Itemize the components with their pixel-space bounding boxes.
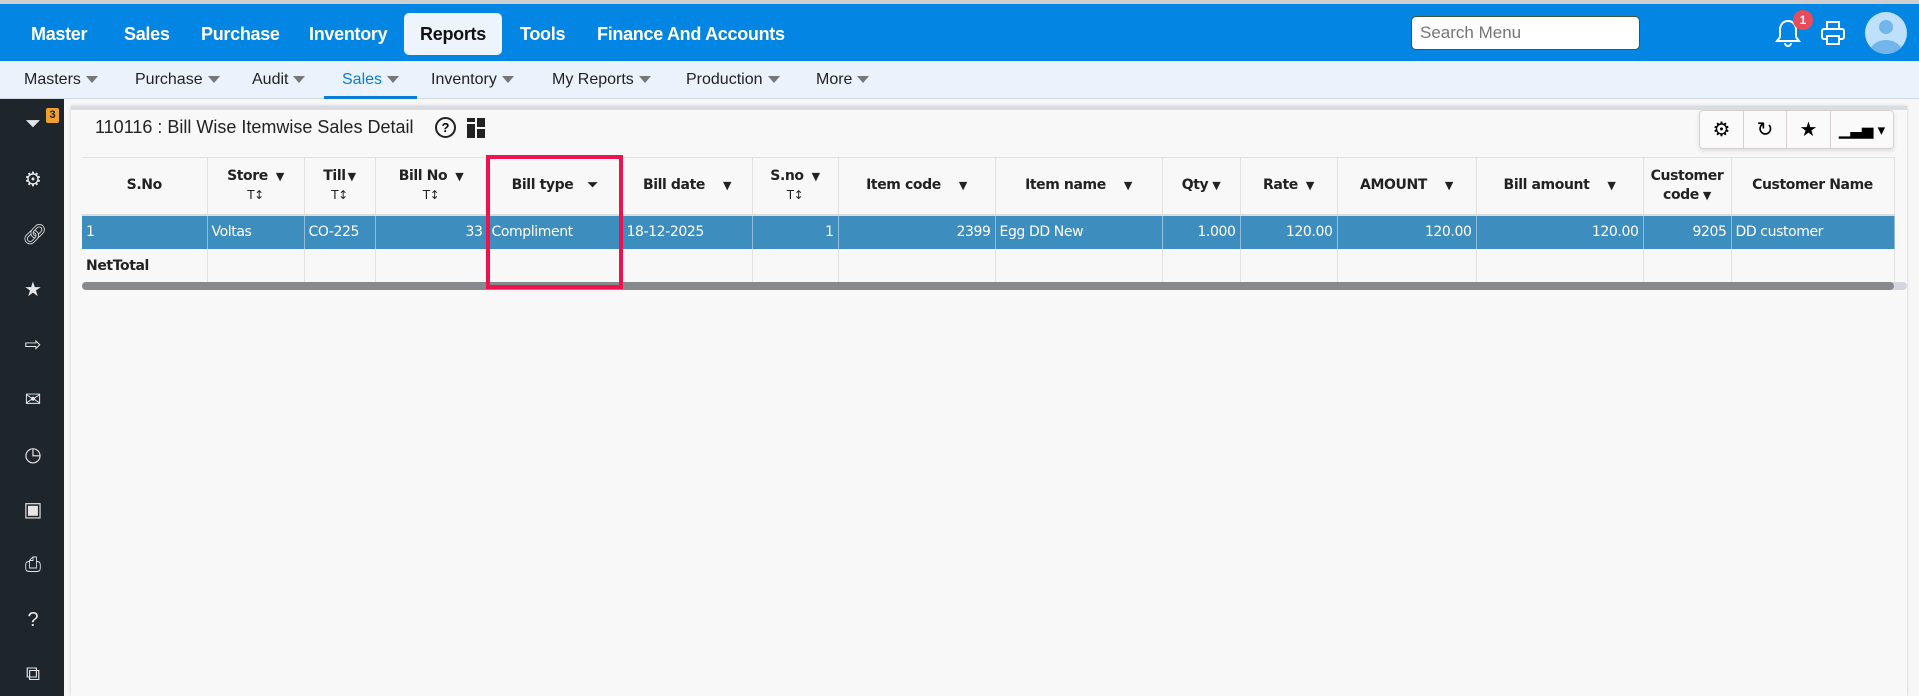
subnav-more[interactable]: More (816, 61, 870, 99)
net-total-label: NetTotal (82, 248, 208, 283)
cell-rate: 120.00 (1240, 213, 1338, 249)
net-total-row: NetTotal (82, 248, 1895, 283)
col-customer-name[interactable]: Customer Name (1731, 157, 1895, 215)
nav-reports[interactable]: Reports (404, 13, 502, 55)
report-table: S.No Store ▼ T↕ Till ▼ T↕ Bill No ▼ T↕ Bill ty… (82, 157, 1895, 283)
help-icon[interactable]: ? (22, 609, 44, 631)
table-row[interactable]: 1 Voltas CO-225 33 Compliment 18-12-2025… (82, 213, 1895, 249)
cell-qty: 1.000 (1162, 213, 1241, 249)
subnav-audit[interactable]: Audit (252, 61, 306, 99)
subnav-inventory[interactable]: Inventory (431, 61, 514, 99)
cell-sno: 1 (82, 213, 208, 249)
nav-purchase[interactable]: Purchase (182, 13, 299, 55)
sub-navbar: Masters Purchase Audit Sales Inventory M… (0, 61, 1919, 99)
help-circle-icon[interactable]: ? (435, 117, 456, 138)
cell-store: Voltas (207, 213, 305, 249)
clock-icon[interactable]: ◷ (22, 444, 44, 466)
nav-inventory[interactable]: Inventory (290, 13, 406, 55)
col-bill-no[interactable]: Bill No ▼ T↕ (375, 157, 488, 215)
col-rate[interactable]: Rate ▼ (1240, 157, 1338, 215)
col-till[interactable]: Till ▼ T↕ (304, 157, 376, 215)
horizontal-scrollbar[interactable] (82, 282, 1894, 290)
subnav-production[interactable]: Production (686, 61, 780, 99)
subnav-my-reports[interactable]: My Reports (552, 61, 651, 99)
col-store[interactable]: Store ▼ T↕ (207, 157, 305, 215)
nav-tools[interactable]: Tools (501, 13, 584, 55)
layout-grid-icon[interactable] (467, 118, 485, 138)
cell-item-code: 2399 (838, 213, 996, 249)
highlight-box (486, 155, 623, 289)
user-avatar[interactable] (1865, 12, 1907, 54)
col-line-sno[interactable]: S.no ▼ T↕ (752, 157, 839, 215)
cell-customer-name: DD customer (1731, 213, 1895, 249)
subnav-masters[interactable]: Masters (24, 61, 98, 99)
filter-count-badge: 3 (46, 108, 59, 123)
col-bill-amount[interactable]: Bill amount ▼ (1476, 157, 1644, 215)
cell-line-sno: 1 (752, 213, 839, 249)
nav-master[interactable]: Master (12, 13, 106, 55)
col-customer-code[interactable]: Customer code ▼ (1643, 157, 1732, 215)
subnav-purchase[interactable]: Purchase (135, 61, 220, 99)
cell-amount: 120.00 (1337, 213, 1477, 249)
col-amount[interactable]: AMOUNT ▼ (1337, 157, 1477, 215)
calendar-swap-icon[interactable]: ▣ (22, 499, 44, 521)
external-link-icon[interactable]: ⧉ (22, 663, 44, 685)
col-item-code[interactable]: Item code ▼ (838, 157, 996, 215)
filter-icon[interactable]: ⏷ (22, 113, 44, 135)
print-icon[interactable]: ⎙ (22, 554, 44, 576)
search-menu-input[interactable] (1411, 16, 1640, 50)
export-icon[interactable]: ⇨ (22, 334, 44, 356)
settings-gears-icon[interactable]: ⚙ (1700, 111, 1744, 148)
favorite-star-icon[interactable]: ★ (1787, 111, 1831, 148)
cell-bill-date: 18-12-2025 (622, 213, 753, 249)
nav-sales[interactable]: Sales (105, 13, 189, 55)
col-bill-date[interactable]: Bill date ▼ (622, 157, 753, 215)
table-header-row: S.No Store ▼ T↕ Till ▼ T↕ Bill No ▼ T↕ Bill ty… (82, 157, 1895, 215)
refresh-icon[interactable]: ↻ (1744, 111, 1787, 148)
gear-icon[interactable]: ⚙ (22, 169, 44, 191)
report-toolbar: ⚙ ↻ ★ ▁▃▅ ▾ (1699, 110, 1894, 149)
cell-item-name: Egg DD New (995, 213, 1163, 249)
report-title: 110116 : Bill Wise Itemwise Sales Detail (95, 117, 414, 137)
cell-till: CO-225 (304, 213, 376, 249)
col-item-name[interactable]: Item name ▼ (995, 157, 1163, 215)
chart-dropdown-icon[interactable]: ▁▃▅ ▾ (1831, 111, 1893, 148)
notification-badge: 1 (1793, 10, 1813, 30)
link-icon[interactable]: 🔗︎ (22, 224, 47, 246)
printer-icon[interactable] (1820, 20, 1846, 46)
cell-customer-code: 9205 (1643, 213, 1732, 249)
subnav-sales[interactable]: Sales (324, 61, 418, 99)
cell-bill-amount: 120.00 (1476, 213, 1644, 249)
cell-bill-no: 33 (375, 213, 488, 249)
col-qty[interactable]: Qty ▼ (1162, 157, 1241, 215)
star-icon[interactable]: ★ (22, 279, 44, 301)
col-sno[interactable]: S.No (82, 157, 208, 215)
mail-icon[interactable]: ✉ (22, 389, 44, 411)
nav-finance-and-accounts[interactable]: Finance And Accounts (578, 13, 804, 55)
